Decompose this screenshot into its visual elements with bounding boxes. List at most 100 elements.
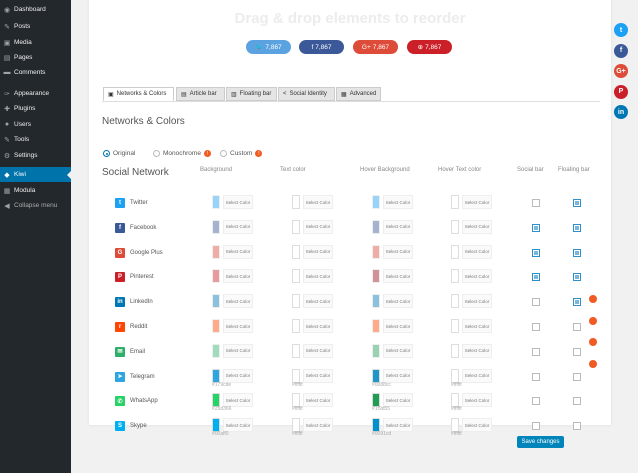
select-color-button[interactable]: Select Color (303, 219, 333, 234)
color-swatch[interactable] (212, 244, 220, 259)
googleplus-float-icon[interactable]: G+ (614, 64, 628, 78)
select-color-button[interactable]: Select Color (462, 219, 492, 234)
background-picker[interactable]: Select Color (212, 244, 255, 259)
hover-text-color-picker[interactable]: Select Color (451, 269, 494, 284)
color-swatch[interactable] (292, 244, 300, 259)
color-mode-monochrome[interactable]: Monochrome! (153, 150, 211, 157)
select-color-button[interactable]: Select Color (462, 294, 492, 309)
floating-bar-checkbox[interactable] (573, 372, 581, 381)
color-swatch[interactable] (292, 368, 300, 383)
color-swatch[interactable] (372, 393, 380, 408)
color-swatch[interactable] (372, 368, 380, 383)
select-color-button[interactable]: Select Color (303, 393, 333, 408)
floating-bar-checkbox[interactable] (573, 298, 581, 307)
hover-text-color-picker[interactable]: Select Color (451, 319, 494, 333)
select-color-button[interactable]: Select Color (462, 393, 492, 408)
radio-button[interactable] (153, 150, 160, 157)
select-color-button[interactable]: Select Color (303, 244, 333, 259)
color-swatch[interactable] (451, 393, 459, 408)
color-mode-original[interactable]: Original (103, 150, 135, 157)
text-color-picker[interactable]: Select Color (292, 319, 335, 333)
social-bar-checkbox[interactable] (532, 397, 540, 406)
sidebar-item-settings[interactable]: ⚙ Settings (0, 148, 71, 163)
floating-bar-checkbox[interactable] (573, 347, 581, 356)
select-color-button[interactable]: Select Color (303, 343, 333, 358)
select-color-button[interactable]: Select Color (383, 294, 413, 309)
color-swatch[interactable] (212, 418, 220, 433)
color-swatch[interactable] (372, 294, 380, 309)
floating-bar-checkbox[interactable] (573, 397, 581, 406)
color-swatch[interactable] (292, 269, 300, 284)
select-color-button[interactable]: Select Color (383, 343, 413, 358)
social-bar-checkbox[interactable] (532, 422, 540, 431)
select-color-button[interactable]: Select Color (303, 418, 333, 433)
select-color-button[interactable]: Select Color (383, 319, 413, 333)
hover-text-color-picker[interactable]: Select Color (451, 418, 494, 433)
select-color-button[interactable]: Select Color (223, 418, 253, 433)
hover-text-color-picker[interactable]: Select Color (451, 294, 494, 309)
color-swatch[interactable] (372, 343, 380, 358)
hover-background-picker[interactable]: Select Color (372, 368, 415, 383)
color-swatch[interactable] (451, 294, 459, 309)
background-picker[interactable]: Select Color (212, 343, 255, 358)
color-swatch[interactable] (292, 219, 300, 234)
hover-text-color-picker[interactable]: Select Color (451, 219, 494, 234)
sidebar-item-pages[interactable]: ▤ Pages (0, 50, 71, 65)
floating-bar-checkbox[interactable] (573, 273, 581, 282)
background-picker[interactable]: Select Color (212, 368, 255, 383)
floating-bar-checkbox[interactable] (573, 422, 581, 431)
color-swatch[interactable] (212, 343, 220, 358)
hover-text-color-picker[interactable]: Select Color (451, 393, 494, 408)
hover-text-color-picker[interactable]: Select Color (451, 368, 494, 383)
hover-background-picker[interactable]: Select Color (372, 195, 415, 209)
color-swatch[interactable] (451, 418, 459, 433)
floating-bar-checkbox[interactable] (573, 223, 581, 232)
share-preview-facebook[interactable]: f 7,867 (299, 40, 344, 54)
color-swatch[interactable] (451, 219, 459, 234)
text-color-picker[interactable]: Select Color (292, 368, 335, 383)
color-swatch[interactable] (372, 319, 380, 333)
sidebar-item-posts[interactable]: ✎ Posts (0, 19, 71, 34)
select-color-button[interactable]: Select Color (383, 244, 413, 259)
color-swatch[interactable] (292, 418, 300, 433)
hover-background-picker[interactable]: Select Color (372, 319, 415, 333)
radio-button[interactable] (103, 150, 110, 157)
hover-text-color-picker[interactable]: Select Color (451, 343, 494, 358)
facebook-float-icon[interactable]: f (614, 43, 628, 58)
color-swatch[interactable] (372, 418, 380, 433)
background-picker[interactable]: Select Color (212, 269, 255, 284)
social-bar-checkbox[interactable] (532, 223, 540, 232)
twitter-float-icon[interactable]: t (614, 23, 628, 37)
color-swatch[interactable] (212, 393, 220, 408)
color-swatch[interactable] (372, 219, 380, 234)
sidebar-item-users[interactable]: ● Users (0, 117, 71, 132)
share-preview-pinterest[interactable]: ⊕ 7,867 (407, 40, 452, 54)
color-swatch[interactable] (212, 368, 220, 383)
text-color-picker[interactable]: Select Color (292, 244, 335, 259)
color-swatch[interactable] (451, 319, 459, 333)
select-color-button[interactable]: Select Color (223, 368, 253, 383)
select-color-button[interactable]: Select Color (223, 269, 253, 284)
select-color-button[interactable]: Select Color (303, 368, 333, 383)
sidebar-item-modula[interactable]: ▦ Modula (0, 183, 71, 198)
floating-bar-checkbox[interactable] (573, 323, 581, 331)
tab-advanced[interactable]: ▦ Advanced (336, 87, 381, 101)
share-preview-twitter[interactable]: 🐦 7,867 (246, 40, 291, 54)
text-color-picker[interactable]: Select Color (292, 195, 335, 209)
select-color-button[interactable]: Select Color (383, 269, 413, 284)
color-mode-custom[interactable]: Custom! (220, 150, 263, 157)
background-picker[interactable]: Select Color (212, 418, 255, 433)
sidebar-item-kiwi[interactable]: ◆ Kiwi (0, 167, 71, 182)
color-swatch[interactable] (212, 195, 220, 209)
select-color-button[interactable]: Select Color (383, 195, 413, 209)
hover-background-picker[interactable]: Select Color (372, 244, 415, 259)
sidebar-item-plugins[interactable]: ✚ Plugins (0, 101, 71, 116)
select-color-button[interactable]: Select Color (462, 195, 492, 209)
radio-button[interactable] (220, 150, 227, 157)
social-bar-checkbox[interactable] (532, 273, 540, 282)
select-color-button[interactable]: Select Color (223, 195, 253, 209)
text-color-picker[interactable]: Select Color (292, 294, 335, 309)
social-bar-checkbox[interactable] (532, 347, 540, 356)
select-color-button[interactable]: Select Color (383, 393, 413, 408)
pinterest-float-icon[interactable]: P (614, 84, 628, 99)
